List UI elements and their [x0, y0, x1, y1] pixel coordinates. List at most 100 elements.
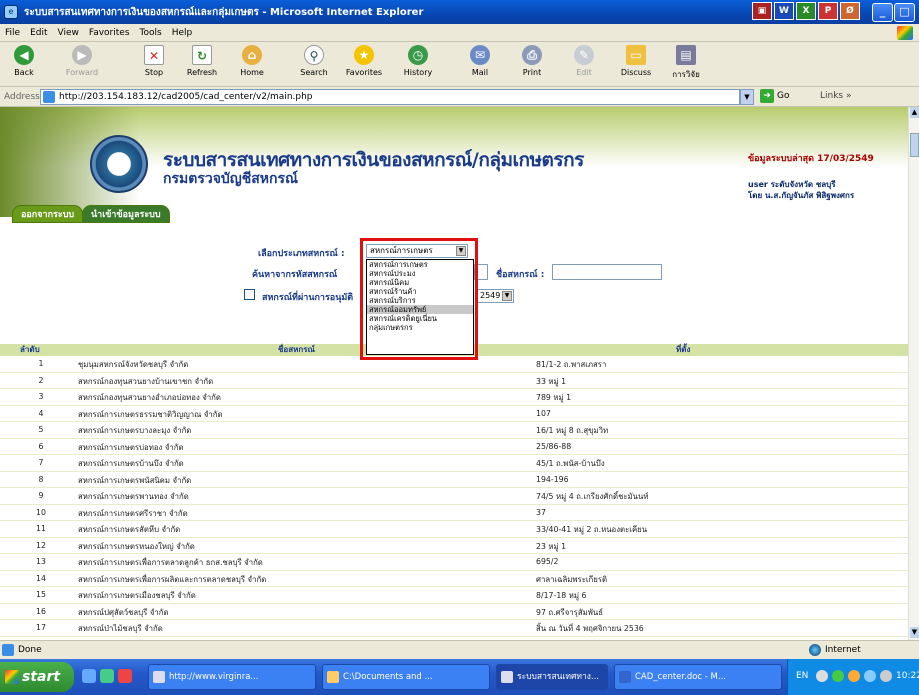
tray-icon-2[interactable] [832, 670, 844, 682]
discuss-button[interactable]: ▭ Discuss [614, 45, 658, 85]
menu-help[interactable]: Help [172, 28, 193, 38]
task-browser-1[interactable]: http://www.virginra... [148, 664, 316, 690]
coop-type-dropdown-list: สหกรณ์การเกษตร สหกรณ์ประมง สหกรณ์นิคม สหกรณ… [366, 259, 474, 355]
word-icon[interactable]: W [774, 2, 794, 20]
dropdown-option[interactable]: สหกรณ์ประมง [367, 269, 473, 278]
links-button[interactable]: Links » [820, 91, 852, 101]
stop-button[interactable]: ✕ Stop [132, 45, 176, 85]
coop-name-label: ชื่อสหกรณ์ : [496, 270, 545, 280]
coop-address: 194-196 [536, 474, 569, 484]
app-icon-1[interactable]: ▣ [752, 2, 772, 20]
back-arrow-icon: ◀ [14, 45, 34, 65]
coop-name: สหกรณ์การเกษตรเมืองชลบุรี จำกัด [78, 591, 196, 600]
menu-tools[interactable]: Tools [140, 28, 162, 38]
dropdown-option[interactable]: กลุ่มเกษตรกร [367, 323, 473, 332]
scroll-down-icon[interactable]: ▼ [910, 627, 919, 638]
dropdown-option[interactable]: สหกรณ์เครดิตยูเนี่ยน [367, 314, 473, 323]
menu-favorites[interactable]: Favorites [89, 28, 130, 38]
table-row[interactable]: 14 สหกรณ์การเกษตรเพื่อการผลิตและการตลาดชล… [0, 571, 908, 587]
table-row[interactable]: 3 สหกรณ์กองทุนสวนยางอำเภอบ่อทอง จำกัด 789 … [0, 389, 908, 406]
address-input[interactable]: http://203.154.183.12/cad2005/cad_center… [40, 89, 740, 105]
table-row[interactable]: 7 สหกรณ์การเกษตรบ้านบึง จำกัด 45/1 ถ.พนัส-… [0, 455, 908, 472]
table-row[interactable]: 15 สหกรณ์การเกษตรเมืองชลบุรี จำกัด 8/17-18… [0, 587, 908, 604]
coop-address: 107 [536, 408, 551, 418]
taskbar: start http://www.virginra... C:\Document… [0, 659, 919, 695]
tray-icon-1[interactable] [816, 670, 828, 682]
search-button[interactable]: ⚲ Search [292, 45, 336, 85]
quicklaunch-ie-icon[interactable] [82, 669, 96, 683]
table-row[interactable]: 13 สหกรณ์การเกษตรเพื่อการตลาดลูกค้า ธกส.ช… [0, 554, 908, 571]
research-button[interactable]: ▤ การวิจัย [664, 45, 708, 85]
coop-address: 97 ถ.ศรีจารุสัมพันธ์ [536, 607, 603, 617]
dropdown-option[interactable]: สหกรณ์นิคม [367, 278, 473, 287]
menu-view[interactable]: View [58, 28, 79, 38]
table-row[interactable]: 11 สหกรณ์การเกษตรสัตหีบ จำกัด 33/40-41 หมู… [0, 521, 908, 538]
quicklaunch-desktop-icon[interactable] [100, 669, 114, 683]
address-dropdown-button[interactable]: ▼ [740, 89, 754, 105]
table-row[interactable]: 9 สหกรณ์การเกษตรพานทอง จำกัด 74/5 หมู่ 4 ถ… [0, 488, 908, 505]
table-row[interactable]: 2 สหกรณ์กองทุนสวนยางบ้านเขาชก จำกัด 33 หมู… [0, 373, 908, 389]
powerpoint-icon[interactable]: P [818, 2, 838, 20]
coop-name: สหกรณ์การเกษตรพานทอง จำกัด [78, 492, 189, 501]
start-button[interactable]: start [0, 662, 74, 692]
row-number: 12 [36, 540, 46, 550]
coop-name: สหกรณ์การเกษตรพนัสนิคม จำกัด [78, 475, 192, 485]
chevron-down-icon: ▼ [502, 291, 512, 301]
table-row[interactable]: 5 สหกรณ์การเกษตรบางละมุง จำกัด 16/1 หมู่ 8… [0, 422, 908, 439]
table-row[interactable]: 17 สหกรณ์ป่าไม้ชลบุรี จำกัด สิ้น ณ วันที่ … [0, 620, 908, 637]
edit-button[interactable]: ✎ Edit [562, 45, 606, 85]
row-number: 9 [38, 491, 44, 500]
row-number: 6 [38, 441, 44, 451]
go-button[interactable]: ➜ Go [760, 89, 789, 103]
dropdown-option[interactable]: สหกรณ์ออมทรัพย์ [367, 305, 473, 314]
import-data-tab[interactable]: นำเข้าข้อมูลระบบ [82, 205, 170, 223]
print-button[interactable]: ⎙ Print [510, 45, 554, 85]
refresh-button[interactable]: ↻ Refresh [180, 45, 224, 85]
vertical-scrollbar[interactable]: ▲ ▼ [908, 107, 919, 640]
tray-icon-4[interactable] [864, 670, 876, 682]
back-button[interactable]: ◀ Back [2, 45, 46, 85]
tray-icon-3[interactable] [848, 670, 860, 682]
table-row[interactable]: 8 สหกรณ์การเกษตรพนัสนิคม จำกัด 194-196 [0, 472, 908, 488]
clock: 10:22 [896, 671, 919, 681]
last-update-text: ข้อมูลระบบล่าสุด 17/03/2549 [748, 154, 874, 164]
excel-icon[interactable]: X [796, 2, 816, 20]
table-row[interactable]: 10 สหกรณ์การเกษตรศรีราชา จำกัด 37 [0, 505, 908, 521]
year-select[interactable]: 2549 ▼ [476, 289, 514, 303]
quicklaunch-media-icon[interactable] [118, 669, 132, 683]
table-row[interactable]: 6 สหกรณ์การเกษตรบ่อทอง จำกัด 25/86-88 [0, 439, 908, 455]
system-tray: EN 10:22 [787, 659, 919, 695]
task-word-doc[interactable]: CAD_center.doc - M... [614, 664, 782, 690]
table-row[interactable]: 16 สหกรณ์ปศุสัตว์ชลบุรี จำกัด 97 ถ.ศรีจารุ… [0, 604, 908, 620]
logout-tab[interactable]: ออกจากระบบ [12, 205, 84, 223]
history-button[interactable]: ◷ History [396, 45, 440, 85]
dropdown-option[interactable]: สหกรณ์บริการ [367, 296, 473, 305]
tray-icon-5[interactable] [880, 670, 892, 682]
table-row[interactable]: 12 สหกรณ์การเกษตรหนองใหญ่ จำกัด 23 หมู่ 1 [0, 538, 908, 554]
favorites-button[interactable]: ★ Favorites [342, 45, 386, 85]
mail-button[interactable]: ✉ Mail [458, 45, 502, 85]
minimize-button[interactable]: _ [872, 3, 893, 22]
maximize-button[interactable]: □ [894, 3, 915, 22]
task-browser-active[interactable]: ระบบสารสนเทศทาง... [496, 664, 608, 690]
forward-button[interactable]: ▶ Forward [60, 45, 104, 85]
department-seal-logo [90, 135, 148, 193]
row-number: 3 [38, 392, 44, 401]
menu-file[interactable]: File [5, 28, 20, 38]
language-indicator[interactable]: EN [796, 671, 808, 681]
app-icon-2[interactable]: Ø [840, 2, 860, 20]
zone-text: Internet [825, 645, 861, 655]
scroll-thumb[interactable] [910, 133, 919, 157]
dropdown-option[interactable]: สหกรณ์การเกษตร [367, 260, 473, 269]
task-explorer[interactable]: C:\Documents and ... [322, 664, 490, 690]
dropdown-option[interactable]: สหกรณ์ร้านค้า [367, 287, 473, 296]
coop-address: 789 หมู่ 1 [536, 393, 572, 402]
coop-name: สหกรณ์ป่าไม้ชลบุรี จำกัด [78, 624, 163, 633]
home-button[interactable]: ⌂ Home [230, 45, 274, 85]
table-row[interactable]: 4 สหกรณ์การเกษตรธรรมชาติวิญญาณ จำกัด 107 [0, 406, 908, 422]
approved-checkbox[interactable] [244, 289, 255, 300]
menu-edit[interactable]: Edit [30, 28, 47, 38]
coop-address: 33 หมู่ 1 [536, 376, 567, 386]
coop-name-input[interactable] [552, 264, 662, 280]
scroll-up-icon[interactable]: ▲ [910, 107, 919, 118]
